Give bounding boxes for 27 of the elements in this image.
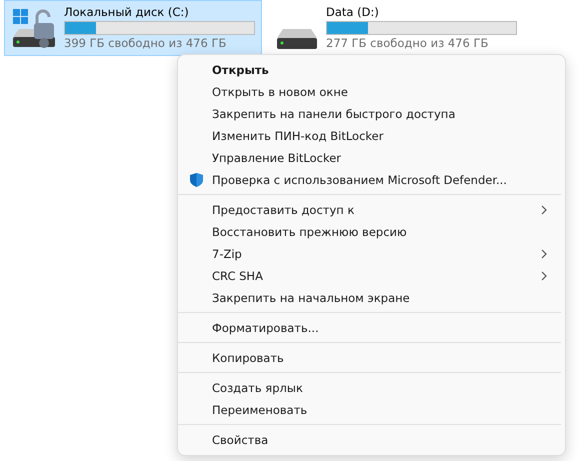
shield-icon — [190, 173, 203, 187]
menu-item[interactable]: Открыть — [212, 63, 551, 77]
drive-name: Локальный диск (C:) — [64, 5, 190, 19]
menu-item[interactable]: Изменить ПИН-код BitLocker — [212, 129, 551, 143]
menu-item[interactable]: CRC SHA — [212, 269, 551, 283]
drive-icon — [276, 29, 318, 51]
menu-item[interactable]: Переименовать — [212, 403, 551, 417]
menu-item[interactable]: Закрепить на панели быстрого доступа — [212, 107, 551, 121]
menu-item[interactable]: Управление BitLocker — [212, 151, 551, 165]
menu-item[interactable]: Восстановить прежнюю версию — [212, 225, 551, 239]
drive-name: Data (D:) — [326, 5, 380, 19]
menu-item[interactable]: Предоставить доступ к — [212, 203, 551, 217]
free-space-text: 399 ГБ свободно из 476 ГБ — [64, 36, 228, 50]
menu-item[interactable]: Форматировать... — [212, 321, 551, 335]
menu-item[interactable]: Открыть в новом окне — [212, 85, 551, 99]
drive-tile[interactable]: Локальный диск (C:) 399 ГБ свободно из 476 ГБ — [4, 0, 262, 56]
menu-item[interactable]: 7-Zip — [212, 247, 551, 261]
chevron-right-icon — [541, 205, 547, 215]
free-space-text: 277 ГБ свободно из 476 ГБ — [326, 36, 490, 50]
menu-item[interactable]: Закрепить на начальном экране — [212, 291, 551, 305]
drive-tile[interactable]: Data (D:) 277 ГБ свободно из 476 ГБ — [266, 0, 524, 56]
menu-item[interactable]: Проверка с использованием Microsoft Defender... — [212, 173, 551, 187]
chevron-right-icon — [541, 249, 547, 259]
chevron-right-icon — [541, 271, 547, 281]
menu-item[interactable]: Создать ярлык — [212, 381, 551, 395]
menu-item[interactable]: Свойства — [212, 433, 551, 447]
menu-item[interactable]: Копировать — [212, 351, 551, 365]
